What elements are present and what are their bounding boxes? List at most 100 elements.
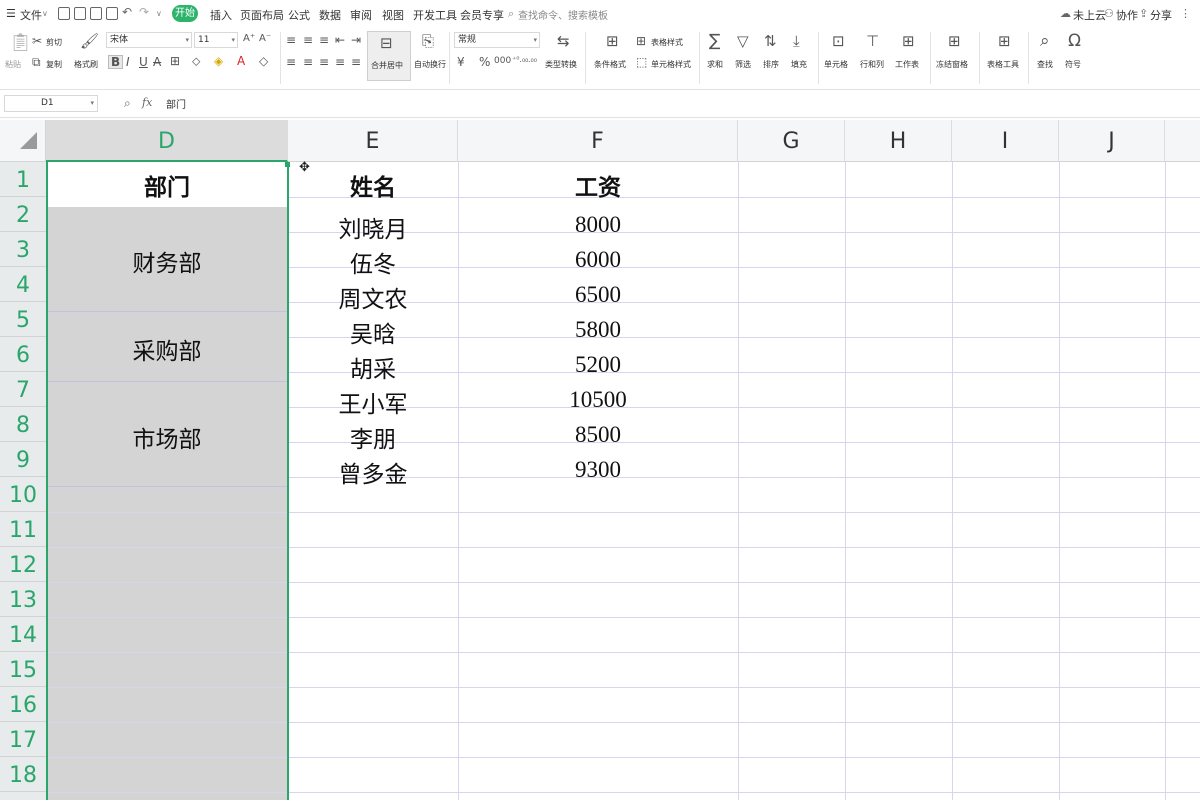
font-increase-icon[interactable]: A⁺ — [243, 34, 255, 44]
column-header-e[interactable]: E — [288, 120, 458, 162]
cell-style-button[interactable]: 单元格样式 — [651, 59, 691, 70]
column-header-i[interactable]: I — [952, 120, 1059, 162]
filter-icon[interactable]: ▽ — [737, 34, 749, 49]
type-convert-button[interactable]: 类型转换 — [545, 59, 577, 70]
cell-e1-name-header[interactable]: 姓名 — [288, 168, 458, 202]
format-painter-icon[interactable]: 🖌︎ — [80, 34, 99, 49]
column-header-d[interactable]: D — [46, 120, 288, 162]
cell-dept-marketing[interactable]: 市场部 — [46, 420, 288, 454]
column-header-f[interactable]: F — [458, 120, 738, 162]
sum-icon[interactable]: ∑ — [709, 33, 720, 50]
formula-input[interactable]: 部门 — [166, 96, 186, 111]
export-pdf-icon[interactable] — [74, 7, 86, 20]
align-right-icon[interactable]: ≡ — [319, 56, 329, 68]
column-header-g[interactable]: G — [738, 120, 845, 162]
font-color-icon[interactable]: A — [237, 55, 245, 67]
cell-salary[interactable]: 10500 — [458, 387, 738, 413]
cell-d1-dept-header[interactable]: 部门 — [46, 168, 288, 202]
filter-button[interactable]: 筛选 — [735, 59, 751, 70]
row-header[interactable]: 8 — [0, 407, 46, 442]
paste-icon[interactable]: 📋︎ — [9, 34, 32, 52]
table-tools-button[interactable]: 表格工具 — [987, 59, 1019, 70]
file-menu[interactable]: 文件 — [20, 7, 42, 23]
cell-name[interactable]: 伍冬 — [288, 245, 458, 279]
row-header[interactable]: 6 — [0, 337, 46, 372]
align-center-icon[interactable]: ≡ — [303, 56, 313, 68]
align-middle-icon[interactable]: ≡ — [303, 34, 313, 46]
align-bottom-icon[interactable]: ≡ — [319, 34, 329, 46]
cell-name[interactable]: 李朋 — [288, 420, 458, 454]
hamburger-icon[interactable]: ☰ — [6, 7, 16, 20]
cell-salary[interactable]: 8000 — [458, 212, 738, 238]
more-icon[interactable]: ∨ — [156, 9, 162, 18]
tab-page-layout[interactable]: 页面布局 — [240, 7, 284, 23]
row-header[interactable]: 15 — [0, 652, 46, 687]
merge-center-button[interactable]: ⊟ 合并居中 — [367, 31, 411, 81]
tab-member[interactable]: 会员专享 — [460, 7, 504, 23]
save-icon[interactable] — [58, 7, 70, 20]
tab-data[interactable]: 数据 — [319, 7, 341, 23]
sort-button[interactable]: 排序 — [763, 59, 779, 70]
symbol-button[interactable]: 符号 — [1065, 59, 1081, 70]
border-icon[interactable]: ⊞ — [170, 55, 180, 67]
row-header[interactable]: 11 — [0, 512, 46, 547]
zoom-icon[interactable]: ⌕ — [124, 96, 131, 111]
fill-down-icon[interactable]: ⤓ — [793, 34, 800, 49]
scissors-icon[interactable]: ✂ — [32, 35, 42, 47]
symbol-icon[interactable]: Ω — [1068, 33, 1081, 50]
tab-developer[interactable]: 开发工具 — [413, 7, 457, 23]
conditional-format-button[interactable]: 条件格式 — [594, 59, 626, 70]
more-options-icon[interactable]: ⋮ — [1180, 7, 1191, 20]
cell-button[interactable]: 单元格 — [824, 59, 848, 70]
row-column-icon[interactable]: ⊤ — [866, 34, 879, 49]
font-size-select[interactable]: 11 ▾ — [194, 32, 238, 48]
worksheet-icon[interactable]: ⊞ — [902, 34, 915, 49]
print-preview-icon[interactable] — [106, 7, 118, 20]
row-header[interactable]: 1 — [0, 162, 46, 197]
row-column-button[interactable]: 行和列 — [860, 59, 884, 70]
cell-name[interactable]: 周文农 — [288, 280, 458, 314]
copy-icon[interactable]: ⧉ — [32, 56, 41, 68]
row-header[interactable]: 17 — [0, 722, 46, 757]
cell-name[interactable]: 王小军 — [288, 385, 458, 419]
row-header[interactable]: 2 — [0, 197, 46, 232]
cell-name[interactable]: 刘晓月 — [288, 210, 458, 244]
collaborate-button[interactable]: 协作 — [1116, 7, 1138, 23]
tab-start[interactable]: 开始 — [172, 5, 198, 22]
format-painter-button[interactable]: 格式刷 — [74, 59, 98, 70]
cell-f1-salary-header[interactable]: 工资 — [458, 168, 738, 202]
align-left-icon[interactable]: ≡ — [286, 56, 296, 68]
fill-button[interactable]: 填充 — [791, 59, 807, 70]
row-header[interactable]: 5 — [0, 302, 46, 337]
cloud-icon[interactable]: ☁ — [1060, 7, 1071, 20]
chevron-down-icon[interactable]: ∨ — [42, 9, 48, 18]
row-header[interactable]: 13 — [0, 582, 46, 617]
row-header[interactable]: 12 — [0, 547, 46, 582]
cell-dept-finance[interactable]: 财务部 — [46, 244, 288, 278]
find-icon[interactable]: ⌕ — [1040, 33, 1050, 50]
table-tools-icon[interactable]: ⊞ — [998, 34, 1011, 49]
cell-salary[interactable]: 6500 — [458, 282, 738, 308]
copy-button[interactable]: 复制 — [46, 59, 62, 70]
redo-icon[interactable]: ↷ — [139, 5, 149, 19]
currency-icon[interactable]: ¥ — [457, 56, 465, 68]
share-icon[interactable]: ⇪ — [1139, 7, 1148, 20]
row-header[interactable]: 16 — [0, 687, 46, 722]
column-header-h[interactable]: H — [845, 120, 952, 162]
collaborate-icon[interactable]: ⚇ — [1104, 7, 1114, 20]
cut-button[interactable]: 剪切 — [46, 37, 62, 48]
decimal-decrease-icon[interactable]: .₀₀ — [528, 56, 537, 64]
column-header-j[interactable]: J — [1059, 120, 1165, 162]
cell-dept-purchasing[interactable]: 采购部 — [46, 332, 288, 366]
strikethrough-icon[interactable]: A — [153, 56, 161, 68]
freeze-panes-icon[interactable]: ⊞ — [948, 34, 961, 49]
indent-increase-icon[interactable]: ⇥ — [351, 34, 361, 46]
cloud-status[interactable]: 未上云 — [1073, 7, 1106, 23]
row-header[interactable]: 18 — [0, 757, 46, 792]
table-style-button[interactable]: 表格样式 — [651, 37, 683, 48]
command-search[interactable]: 查找命令、搜索模板 — [518, 7, 608, 22]
decimal-increase-icon[interactable]: ⁺⁰.₀₀ — [512, 56, 528, 64]
cell-salary[interactable]: 5800 — [458, 317, 738, 343]
conditional-format-icon[interactable]: ⊞ — [606, 34, 619, 49]
find-button[interactable]: 查找 — [1037, 59, 1053, 70]
